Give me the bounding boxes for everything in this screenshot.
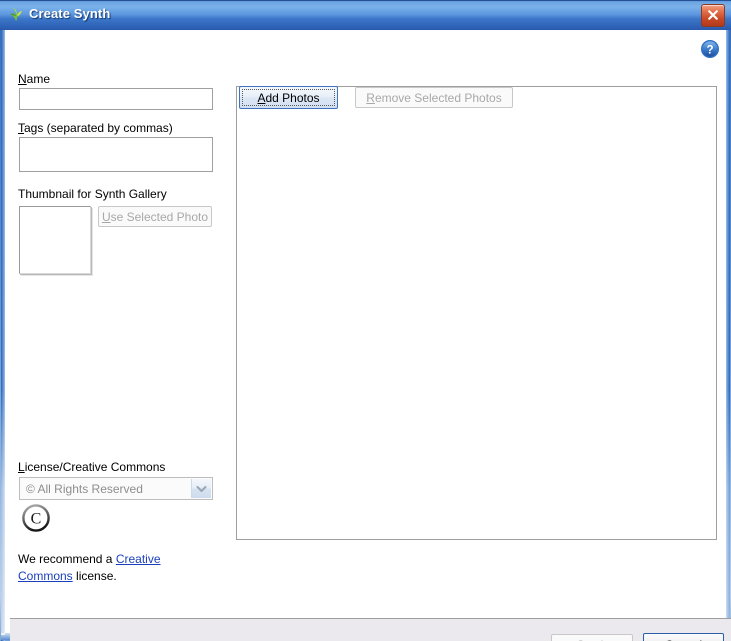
window-title: Create Synth xyxy=(29,6,111,21)
cancel-button-label: Cancel xyxy=(665,638,702,641)
tags-input[interactable] xyxy=(19,137,213,172)
svg-text:?: ? xyxy=(706,45,713,57)
remove-selected-photos-label: Remove Selected Photos xyxy=(366,90,502,105)
chevron-down-icon[interactable] xyxy=(191,479,211,498)
name-label-accel: N xyxy=(18,72,27,86)
license-label: License/Creative Commons xyxy=(18,460,165,474)
license-select-value: © All Rights Reserved xyxy=(26,482,143,496)
use-selected-photo-button[interactable]: Use Selected Photo xyxy=(98,206,212,227)
name-label-rest: ame xyxy=(26,72,51,86)
close-button[interactable] xyxy=(701,4,725,27)
copyright-icon: C xyxy=(21,503,51,533)
use-selected-photo-label: Use Selected Photo xyxy=(101,209,209,224)
add-photos-label: Add Photos xyxy=(257,90,320,105)
recommend-suffix: license. xyxy=(72,569,117,583)
name-input[interactable] xyxy=(19,88,213,110)
create-synth-dialog: Create Synth ? Name Tags (separated by c… xyxy=(0,0,731,641)
photo-list-panel[interactable] xyxy=(236,86,717,540)
synth-button[interactable]: Synth xyxy=(551,634,633,641)
window-frame-right-fade xyxy=(726,390,730,635)
cancel-button[interactable]: Cancel xyxy=(643,633,724,641)
name-label: Name xyxy=(18,72,50,86)
photosynth-leaf-icon xyxy=(8,7,24,23)
thumbnail-label: Thumbnail for Synth Gallery xyxy=(18,187,167,201)
svg-text:C: C xyxy=(31,510,42,527)
close-icon xyxy=(708,10,718,20)
tags-label-rest: ags (separated by commas) xyxy=(24,121,173,135)
recommend-prefix: We recommend a xyxy=(18,552,116,566)
thumbnail-preview-box[interactable] xyxy=(19,206,91,274)
title-bar[interactable]: Create Synth xyxy=(0,0,731,30)
tags-label: Tags (separated by commas) xyxy=(18,121,173,135)
dialog-client-area: ? Name Tags (separated by commas) Thumbn… xyxy=(5,30,731,641)
title-bar-top-highlight xyxy=(0,0,731,1)
license-recommendation-text: We recommend a Creative Commons license. xyxy=(18,551,218,585)
license-label-accel: L xyxy=(18,460,25,474)
remove-selected-photos-button[interactable]: Remove Selected Photos xyxy=(355,87,513,108)
license-select[interactable]: © All Rights Reserved xyxy=(19,477,213,500)
license-label-rest: icense/Creative Commons xyxy=(24,460,166,474)
help-icon[interactable]: ? xyxy=(700,39,720,59)
add-photos-button[interactable]: Add Photos xyxy=(239,86,338,109)
